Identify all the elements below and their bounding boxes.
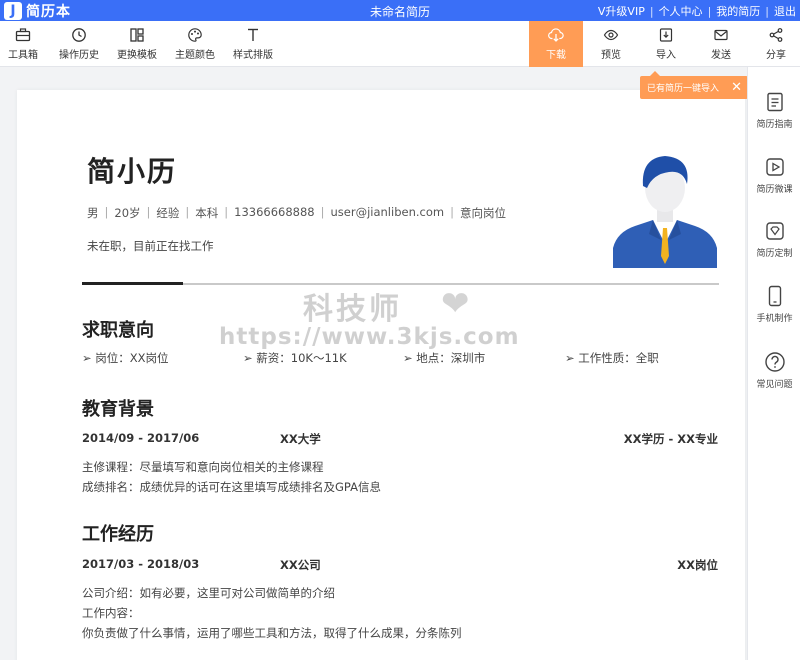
history-icon (72, 28, 86, 42)
section-title-work[interactable]: 工作经历 (82, 520, 154, 546)
sidebar-item-label: 常见问题 (756, 380, 793, 390)
toolbox-icon (15, 28, 31, 42)
import-button[interactable]: 导入 (647, 21, 685, 67)
sidebar-item-faq[interactable]: 常见问题 (748, 351, 800, 390)
question-icon (764, 352, 785, 372)
job-status[interactable]: 未在职，目前正在找工作 (87, 238, 214, 254)
user-center-link[interactable]: 个人中心 (659, 3, 703, 19)
import-tooltip[interactable]: 已有简历一键导入 ✕ (640, 71, 748, 99)
work-position[interactable]: XX岗位 (677, 557, 718, 573)
logout-link[interactable]: 退出 (774, 3, 796, 19)
resume-name[interactable]: 简小历 (87, 150, 177, 190)
degree: 本科 (195, 206, 219, 220)
avatar[interactable] (613, 148, 717, 268)
send-button[interactable]: 发送 (702, 21, 740, 67)
sidebar-item-phone[interactable]: 手机制作 (748, 285, 800, 324)
section-title-education[interactable]: 教育背景 (82, 395, 154, 421)
change-template-button[interactable]: 更换模板 (114, 21, 160, 67)
send-label: 发送 (711, 50, 731, 61)
edu-degree[interactable]: XX学历 - XX专业 (624, 431, 718, 447)
edu-courses[interactable]: 主修课程：尽量填写和意向岗位相关的主修课程 (82, 459, 324, 475)
basic-info[interactable]: 男 | 20岁 | 经验 | 本科 | 13366668888 | user@jianli… (87, 205, 506, 221)
work-company[interactable]: XX公司 (280, 557, 321, 573)
history-label: 操作历史 (59, 50, 99, 61)
top-links: V升级VIP | 个人中心 | 我的简历 | 退出 (598, 3, 796, 19)
text-style-icon (248, 28, 258, 41)
eye-icon (603, 29, 619, 41)
sidebar-item-custom[interactable]: 简历定制 (748, 220, 800, 259)
separator: | (707, 4, 712, 18)
separator: | (765, 4, 769, 18)
preview-label: 预览 (601, 50, 621, 61)
guide-icon (766, 92, 783, 112)
toolbar: 工具箱 操作历史 更换模板 主题颜色 样式排版 下载 预览 导入 发送 分享 (0, 21, 800, 67)
watermark-text: 科技师 (303, 292, 402, 327)
theme-color-label: 主题颜色 (175, 50, 215, 61)
theme-color-button[interactable]: 主题颜色 (172, 21, 218, 67)
toolbox-label: 工具箱 (8, 50, 38, 61)
email: user@jianliben.com (330, 205, 445, 219)
work-company-intro[interactable]: 公司介绍：如有必要，这里可对公司做简单的介绍 (82, 585, 335, 601)
edu-school[interactable]: XX大学 (280, 431, 321, 447)
preview-button[interactable]: 预览 (592, 21, 630, 67)
history-button[interactable]: 操作历史 (56, 21, 102, 67)
share-button[interactable]: 分享 (757, 21, 795, 67)
sidebar-item-label: 简历定制 (756, 249, 793, 259)
toolbox-button[interactable]: 工具箱 (2, 21, 44, 67)
top-bar: J 简历本 未命名简历 V升级VIP | 个人中心 | 我的简历 | 退出 (0, 0, 800, 21)
sidebar-item-video[interactable]: 简历微课 (748, 156, 800, 195)
sidebar-item-label: 手机制作 (756, 314, 793, 324)
download-button[interactable]: 下载 (529, 21, 583, 67)
intent-location[interactable]: ➢ 地点：深圳市 (403, 350, 485, 366)
age: 20岁 (114, 206, 141, 220)
mail-icon (714, 29, 728, 41)
sidebar-item-label: 简历微课 (756, 185, 793, 195)
style-layout-button[interactable]: 样式排版 (230, 21, 276, 67)
template-label: 更换模板 (117, 50, 157, 61)
style-layout-label: 样式排版 (233, 50, 273, 61)
sidebar-item-label: 简历指南 (756, 120, 793, 130)
upgrade-vip-link[interactable]: V升级VIP (598, 3, 645, 19)
share-label: 分享 (766, 50, 786, 61)
intent-job-type[interactable]: ➢ 工作性质：全职 (565, 350, 659, 366)
phone-icon (768, 285, 781, 307)
my-resumes-link[interactable]: 我的简历 (716, 3, 760, 19)
heart-icon: ❤ (441, 284, 470, 324)
custom-icon (765, 222, 784, 240)
import-label: 导入 (656, 50, 676, 61)
experience: 经验 (156, 206, 180, 220)
header-divider-accent (82, 282, 183, 285)
import-icon (659, 28, 673, 42)
template-icon (130, 28, 144, 42)
watermark-url: https://www.3kjs.com (219, 324, 520, 350)
download-icon (548, 28, 564, 42)
download-label: 下载 (546, 50, 566, 61)
sidebar-item-guide[interactable]: 简历指南 (748, 91, 800, 130)
video-icon (765, 158, 784, 176)
work-period[interactable]: 2017/03 - 2018/03 (82, 557, 199, 571)
close-icon[interactable]: ✕ (731, 81, 742, 94)
work-content-label[interactable]: 工作内容： (82, 605, 140, 621)
share-icon (769, 28, 783, 42)
gender: 男 (87, 206, 99, 220)
intent-salary[interactable]: ➢ 薪资：10K～11K (243, 350, 347, 366)
tooltip-text: 已有简历一键导入 (647, 84, 720, 94)
edu-ranking[interactable]: 成绩排名：成绩优异的话可在这里填写成绩排名及GPA信息 (82, 479, 381, 495)
edu-period[interactable]: 2014/09 - 2017/06 (82, 431, 199, 445)
right-sidebar: 简历指南 简历微课 简历定制 手机制作 常见问题 (747, 67, 800, 660)
palette-icon (188, 28, 202, 42)
work-content[interactable]: 你负责做了什么事情，运用了哪些工具和方法，取得了什么成果，分条陈列 (82, 625, 462, 641)
resume-paper: 简小历 男 | 20岁 | 经验 | 本科 | 13366668888 | user@ji… (17, 90, 745, 660)
section-title-intent[interactable]: 求职意向 (82, 316, 154, 342)
separator: | (649, 4, 654, 18)
intent-position[interactable]: ➢ 岗位：XX岗位 (82, 350, 169, 366)
target-position: 意向岗位 (459, 206, 506, 220)
phone: 13366668888 (234, 205, 315, 219)
